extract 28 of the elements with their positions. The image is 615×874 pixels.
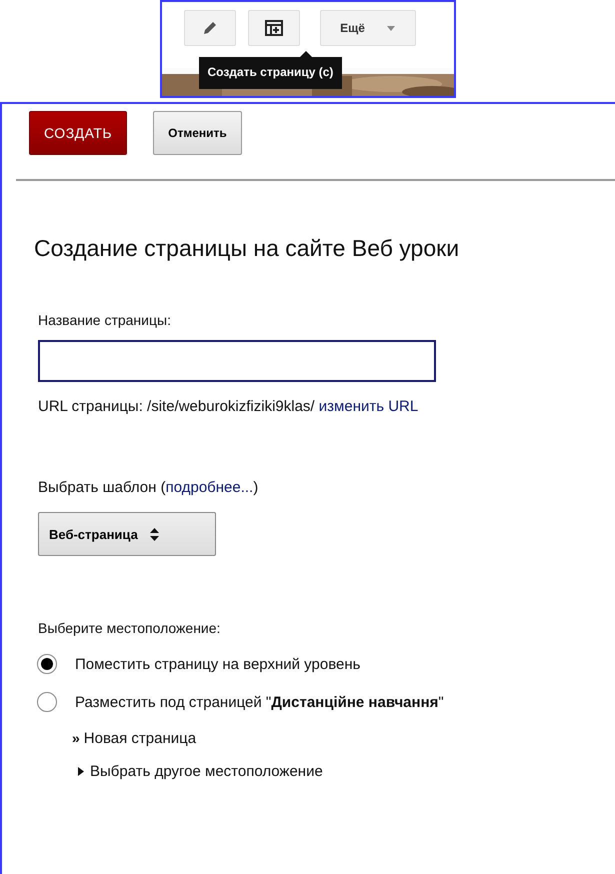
template-label: Выбрать шаблон ( (38, 479, 166, 496)
option-label: Разместить под страницей "Дистанційне навчання" (75, 694, 444, 710)
more-button[interactable]: Ещё (320, 10, 416, 46)
field-label: Название страницы: (38, 312, 172, 328)
tooltip: Создать страницу (c) (198, 57, 342, 89)
caret-icon (386, 26, 395, 30)
page-name-field[interactable] (38, 340, 436, 382)
radio-button[interactable] (37, 692, 57, 712)
url-text: URL страницы: /site/weburokizfiziki9klas/ (38, 398, 315, 415)
page-heading: Создание страницы на сайте Веб уроки (34, 235, 460, 262)
radio-button[interactable] (37, 654, 57, 674)
pencil-button[interactable] (184, 10, 236, 46)
expand-triangle-icon (78, 767, 84, 776)
cancel-button[interactable]: Отменить (153, 111, 242, 155)
new-page-label: Новая страница (84, 730, 196, 747)
create-button[interactable]: СОЗДАТЬ (29, 111, 128, 155)
template-label-end: ) (253, 479, 258, 496)
change-url-link[interactable]: изменить URL (318, 398, 418, 415)
location-label: Выберите местоположение: (38, 620, 222, 636)
template-select[interactable]: Веб-страница (38, 512, 216, 556)
pencil-icon (202, 20, 218, 36)
page-add-icon (264, 20, 282, 36)
option-label: Поместить страницу на верхний уровень (75, 656, 360, 672)
chevron-mark: » (72, 730, 80, 747)
other-location-link[interactable]: Выбрать другое местоположение (90, 763, 323, 780)
sort-arrows-icon (150, 528, 159, 540)
more-info-link[interactable]: подробнее... (166, 479, 254, 496)
new-page-button[interactable] (248, 10, 300, 46)
